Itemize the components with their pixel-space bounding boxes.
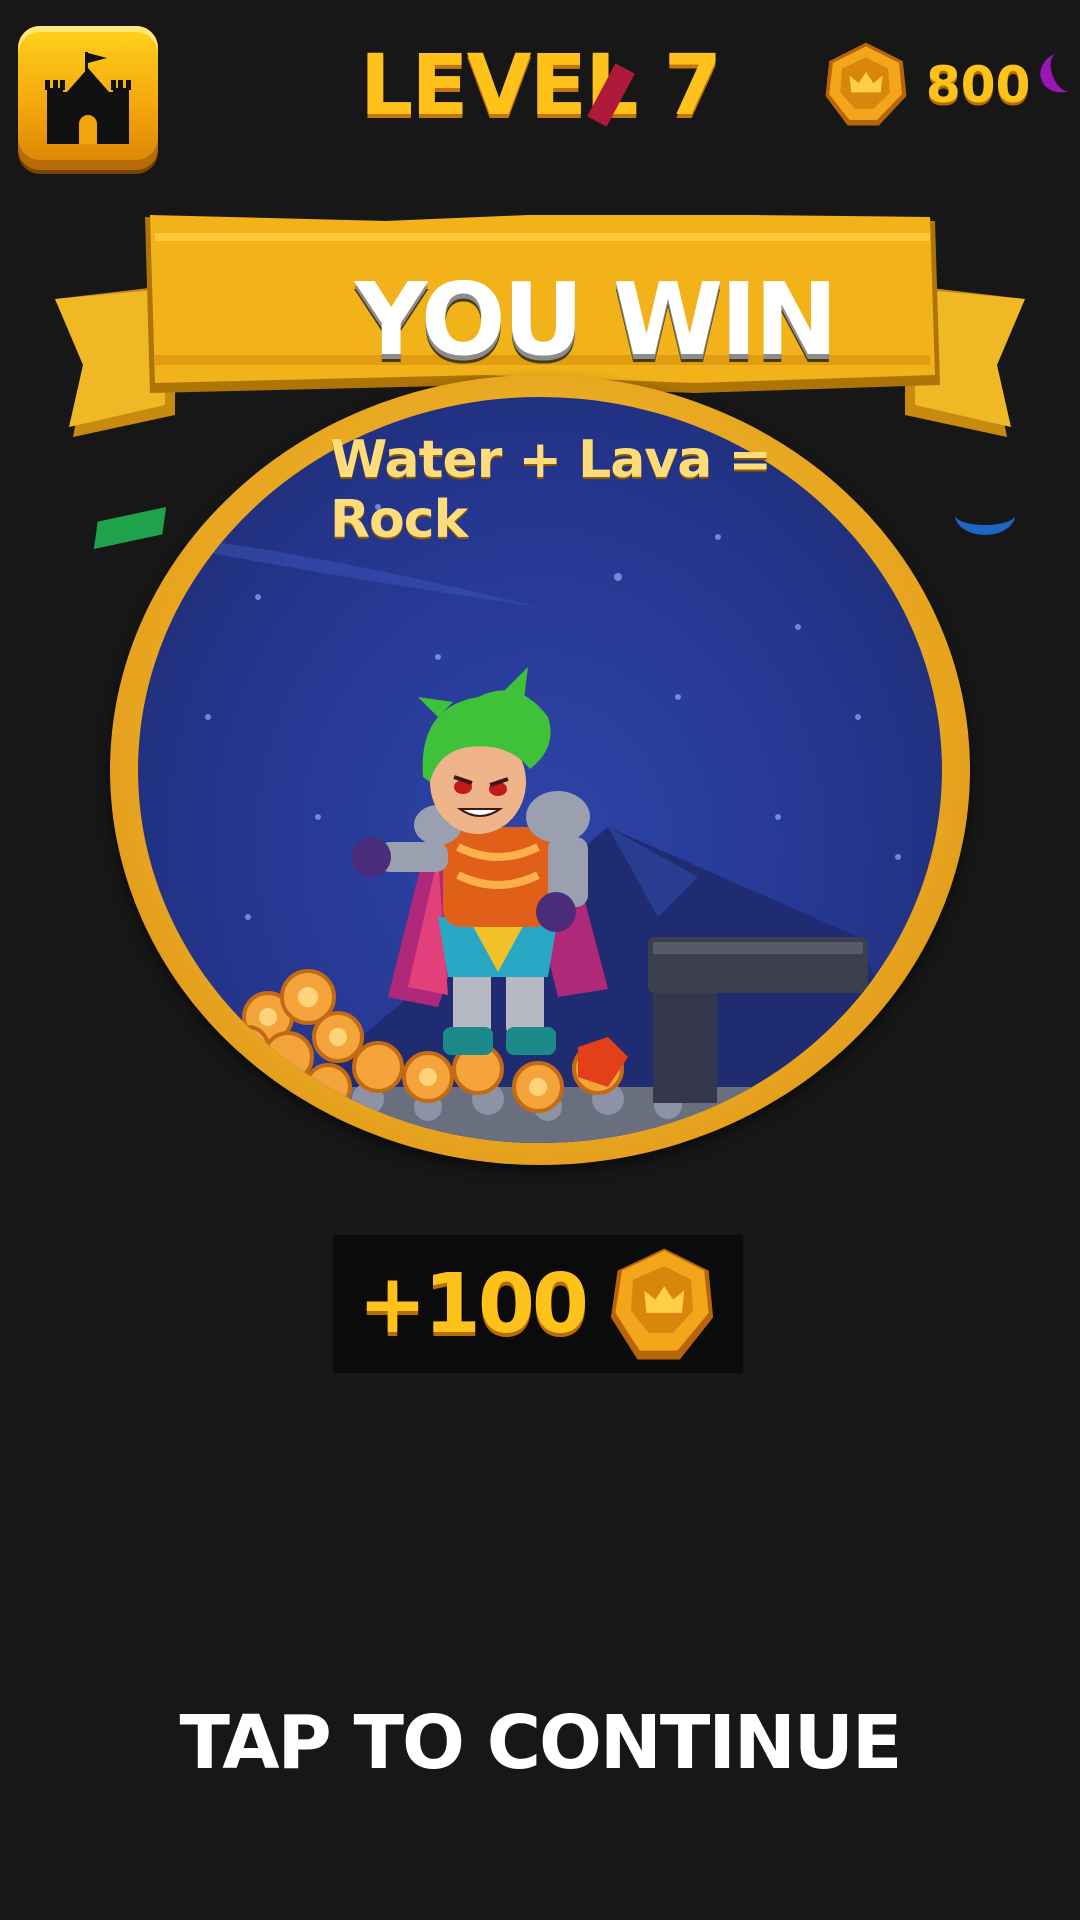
- tap-to-continue-button[interactable]: TAP TO CONTINUE: [0, 1700, 1080, 1786]
- win-title: YOU WIN: [354, 261, 838, 378]
- reward-amount: +100: [358, 1256, 589, 1352]
- level-hint: Water + Lava = Rock: [330, 430, 772, 550]
- castle-icon: [45, 52, 131, 144]
- reward-panel: +100: [333, 1235, 743, 1373]
- crown-coin-icon: [610, 1248, 714, 1360]
- confetti: [955, 495, 1015, 535]
- coin-counter: 800: [820, 40, 1030, 130]
- crown-coin-icon: [825, 42, 907, 126]
- coin-count: 800: [926, 56, 1031, 114]
- confetti: [1034, 45, 1080, 99]
- home-button[interactable]: [18, 26, 158, 170]
- level-title: LEVEL 7: [359, 36, 723, 134]
